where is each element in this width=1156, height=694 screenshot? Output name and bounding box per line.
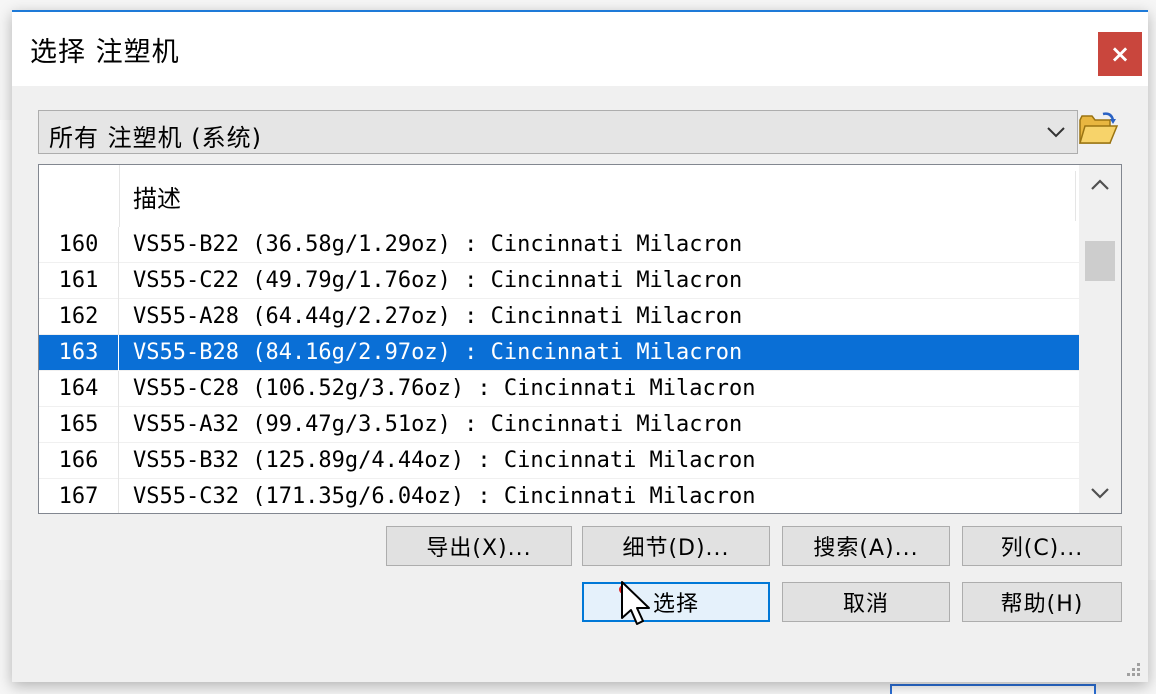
list-item[interactable]: 165 VS55-A32 (99.47g/3.51oz) : Cincinnati… — [39, 407, 1079, 443]
list-item-number: 164 — [39, 371, 119, 407]
mouse-cursor-icon — [621, 581, 650, 625]
list-item[interactable]: 163 VS55-B28 (84.16g/2.97oz) : Cincinnati… — [39, 335, 1079, 371]
list-item[interactable]: 162 VS55-A28 (64.44g/2.27oz) : Cincinnati… — [39, 299, 1079, 335]
resize-grip-icon[interactable] — [1124, 660, 1142, 678]
column-header-number[interactable] — [39, 165, 120, 227]
help-button[interactable]: 帮助(H) — [962, 582, 1122, 622]
list-item-description: VS55-C32 (171.35g/6.04oz) : Cincinnati M… — [133, 484, 756, 509]
list-item[interactable]: 166 VS55-B32 (125.89g/4.44oz) : Cincinnat… — [39, 443, 1079, 479]
list-rows: 160 VS55-B22 (36.58g/1.29oz) : Cincinnati… — [39, 227, 1079, 513]
cancel-button[interactable]: 取消 — [782, 582, 950, 622]
list-item-description: VS55-C28 (106.52g/3.76oz) : Cincinnati M… — [133, 376, 756, 401]
details-button[interactable]: 细节(D)... — [582, 526, 770, 566]
select-button[interactable]: 选择 — [582, 582, 770, 622]
list-item[interactable]: 161 VS55-C22 (49.79g/1.76oz) : Cincinnati… — [39, 263, 1079, 299]
header-divider — [1075, 171, 1076, 221]
chevron-down-icon — [1091, 488, 1109, 499]
list-item-number: 163 — [39, 335, 119, 371]
export-button[interactable]: 导出(X)... — [386, 526, 572, 566]
list-item-number: 167 — [39, 479, 119, 513]
list-item-description: VS55-B32 (125.89g/4.44oz) : Cincinnati M… — [133, 448, 756, 473]
dropdown-selected-value: 所有 注塑机 (系统) — [49, 124, 262, 152]
chevron-down-icon — [1047, 127, 1065, 138]
dialog-title: 选择 注塑机 — [30, 37, 180, 68]
list-item[interactable]: 160 VS55-B22 (36.58g/1.29oz) : Cincinnati… — [39, 227, 1079, 263]
list-item-description: VS55-A32 (99.47g/3.51oz) : Cincinnati Mi… — [133, 412, 743, 437]
list-item-number: 162 — [39, 299, 119, 335]
list-item-number: 165 — [39, 407, 119, 443]
scrollbar-thumb[interactable] — [1085, 241, 1115, 281]
list-item-description: VS55-B28 (84.16g/2.97oz) : Cincinnati Mi… — [133, 340, 743, 365]
list-item-description: VS55-A28 (64.44g/2.27oz) : Cincinnati Mi… — [133, 304, 743, 329]
background-button — [890, 684, 1096, 694]
scroll-down-button[interactable] — [1079, 473, 1121, 513]
chevron-up-icon — [1091, 179, 1109, 190]
list-item[interactable]: 167 VS55-C32 (171.35g/6.04oz) : Cincinnat… — [39, 479, 1079, 513]
dialog-titlebar: 选择 注塑机 × — [12, 12, 1148, 86]
columns-button[interactable]: 列(C)... — [962, 526, 1122, 566]
list-item-number: 161 — [39, 263, 119, 299]
select-machine-dialog: 选择 注塑机 × 所有 注塑机 (系统) 描述 160 VS55-B22 (36.… — [12, 10, 1148, 682]
close-button[interactable]: × — [1098, 32, 1142, 76]
machine-category-dropdown[interactable]: 所有 注塑机 (系统) — [38, 110, 1078, 154]
close-icon: × — [1109, 40, 1131, 68]
list-item-description: VS55-B22 (36.58g/1.29oz) : Cincinnati Mi… — [133, 232, 743, 257]
open-folder-icon[interactable] — [1077, 110, 1119, 148]
list-item-number: 160 — [39, 227, 119, 263]
column-header-description[interactable]: 描述 — [133, 179, 181, 214]
search-button[interactable]: 搜索(A)... — [782, 526, 950, 566]
list-item-description: VS55-C22 (49.79g/1.76oz) : Cincinnati Mi… — [133, 268, 743, 293]
list-item-number: 166 — [39, 443, 119, 479]
scroll-up-button[interactable] — [1079, 165, 1121, 205]
vertical-scrollbar[interactable] — [1079, 165, 1121, 513]
list-header: 描述 — [39, 165, 1079, 227]
list-item[interactable]: 164 VS55-C28 (106.52g/3.76oz) : Cincinnat… — [39, 371, 1079, 407]
machine-list[interactable]: 描述 160 VS55-B22 (36.58g/1.29oz) : Cincinn… — [38, 164, 1122, 514]
